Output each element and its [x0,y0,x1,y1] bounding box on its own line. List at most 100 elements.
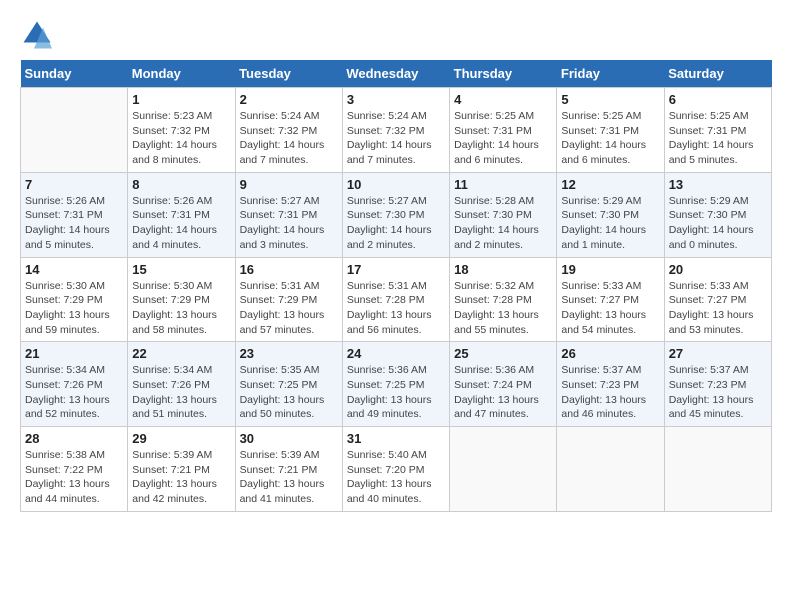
cell-info: Sunrise: 5:35 AMSunset: 7:25 PMDaylight:… [240,363,338,422]
calendar-cell: 7Sunrise: 5:26 AMSunset: 7:31 PMDaylight… [21,172,128,257]
cell-info: Sunrise: 5:25 AMSunset: 7:31 PMDaylight:… [454,109,552,168]
date-number: 8 [132,177,230,192]
calendar-cell: 13Sunrise: 5:29 AMSunset: 7:30 PMDayligh… [664,172,771,257]
week-row-1: 1 Sunrise: 5:23 AMSunset: 7:32 PMDaylight… [21,88,772,173]
calendar-cell: 8 Sunrise: 5:26 AMSunset: 7:31 PMDaylight… [128,172,235,257]
date-number: 13 [669,177,767,192]
calendar-cell: 23 Sunrise: 5:35 AMSunset: 7:25 PMDayligh… [235,342,342,427]
calendar-cell: 14 Sunrise: 5:30 AMSunset: 7:29 PMDayligh… [21,257,128,342]
header-cell-sunday: Sunday [21,60,128,88]
calendar-cell: 16 Sunrise: 5:31 AMSunset: 7:29 PMDayligh… [235,257,342,342]
date-number: 19 [561,262,659,277]
week-row-3: 14 Sunrise: 5:30 AMSunset: 7:29 PMDayligh… [21,257,772,342]
date-number: 15 [132,262,230,277]
header-cell-wednesday: Wednesday [342,60,449,88]
cell-info: Sunrise: 5:27 AMSunset: 7:31 PMDaylight:… [240,194,338,253]
date-number: 4 [454,92,552,107]
logo-icon [22,20,52,50]
cell-info: Sunrise: 5:27 AMSunset: 7:30 PMDaylight:… [347,194,445,253]
date-number: 16 [240,262,338,277]
calendar-cell: 19 Sunrise: 5:33 AMSunset: 7:27 PMDayligh… [557,257,664,342]
cell-info: Sunrise: 5:30 AMSunset: 7:29 PMDaylight:… [132,279,230,338]
calendar-cell: 24 Sunrise: 5:36 AMSunset: 7:25 PMDayligh… [342,342,449,427]
cell-info: Sunrise: 5:39 AMSunset: 7:21 PMDaylight:… [240,448,338,507]
calendar-cell [21,88,128,173]
date-number: 18 [454,262,552,277]
calendar-cell: 28Sunrise: 5:38 AMSunset: 7:22 PMDayligh… [21,427,128,512]
cell-info: Sunrise: 5:24 AMSunset: 7:32 PMDaylight:… [240,109,338,168]
cell-info: Sunrise: 5:24 AMSunset: 7:32 PMDaylight:… [347,109,445,168]
calendar-cell: 18 Sunrise: 5:32 AMSunset: 7:28 PMDayligh… [450,257,557,342]
cell-info: Sunrise: 5:32 AMSunset: 7:28 PMDaylight:… [454,279,552,338]
date-number: 30 [240,431,338,446]
cell-info: Sunrise: 5:26 AMSunset: 7:31 PMDaylight:… [132,194,230,253]
date-number: 3 [347,92,445,107]
date-number: 1 [132,92,230,107]
date-number: 5 [561,92,659,107]
header-row: SundayMondayTuesdayWednesdayThursdayFrid… [21,60,772,88]
date-number: 23 [240,346,338,361]
header-cell-tuesday: Tuesday [235,60,342,88]
cell-info: Sunrise: 5:25 AMSunset: 7:31 PMDaylight:… [561,109,659,168]
cell-info: Sunrise: 5:30 AMSunset: 7:29 PMDaylight:… [25,279,123,338]
calendar-cell: 31 Sunrise: 5:40 AMSunset: 7:20 PMDayligh… [342,427,449,512]
cell-info: Sunrise: 5:33 AMSunset: 7:27 PMDaylight:… [561,279,659,338]
date-number: 27 [669,346,767,361]
cell-info: Sunrise: 5:23 AMSunset: 7:32 PMDaylight:… [132,109,230,168]
date-number: 10 [347,177,445,192]
header-cell-friday: Friday [557,60,664,88]
date-number: 12 [561,177,659,192]
date-number: 29 [132,431,230,446]
cell-info: Sunrise: 5:34 AMSunset: 7:26 PMDaylight:… [132,363,230,422]
date-number: 14 [25,262,123,277]
header-cell-saturday: Saturday [664,60,771,88]
calendar-cell: 3 Sunrise: 5:24 AMSunset: 7:32 PMDaylight… [342,88,449,173]
calendar-cell [664,427,771,512]
date-number: 24 [347,346,445,361]
date-number: 2 [240,92,338,107]
cell-info: Sunrise: 5:25 AMSunset: 7:31 PMDaylight:… [669,109,767,168]
calendar-cell: 12 Sunrise: 5:29 AMSunset: 7:30 PMDayligh… [557,172,664,257]
cell-info: Sunrise: 5:36 AMSunset: 7:24 PMDaylight:… [454,363,552,422]
cell-info: Sunrise: 5:31 AMSunset: 7:29 PMDaylight:… [240,279,338,338]
calendar-cell: 30 Sunrise: 5:39 AMSunset: 7:21 PMDayligh… [235,427,342,512]
header-cell-thursday: Thursday [450,60,557,88]
date-number: 26 [561,346,659,361]
logo [20,20,52,50]
cell-info: Sunrise: 5:29 AMSunset: 7:30 PMDaylight:… [561,194,659,253]
cell-info: Sunrise: 5:33 AMSunset: 7:27 PMDaylight:… [669,279,767,338]
cell-info: Sunrise: 5:37 AMSunset: 7:23 PMDaylight:… [561,363,659,422]
cell-info: Sunrise: 5:40 AMSunset: 7:20 PMDaylight:… [347,448,445,507]
date-number: 21 [25,346,123,361]
calendar-cell: 5 Sunrise: 5:25 AMSunset: 7:31 PMDaylight… [557,88,664,173]
calendar-cell: 22Sunrise: 5:34 AMSunset: 7:26 PMDayligh… [128,342,235,427]
calendar-cell: 2 Sunrise: 5:24 AMSunset: 7:32 PMDaylight… [235,88,342,173]
cell-info: Sunrise: 5:39 AMSunset: 7:21 PMDaylight:… [132,448,230,507]
date-number: 11 [454,177,552,192]
date-number: 6 [669,92,767,107]
page-header [20,20,772,50]
week-row-5: 28Sunrise: 5:38 AMSunset: 7:22 PMDayligh… [21,427,772,512]
date-number: 25 [454,346,552,361]
calendar-cell: 17Sunrise: 5:31 AMSunset: 7:28 PMDayligh… [342,257,449,342]
date-number: 17 [347,262,445,277]
calendar-cell: 6 Sunrise: 5:25 AMSunset: 7:31 PMDaylight… [664,88,771,173]
week-row-4: 21 Sunrise: 5:34 AMSunset: 7:26 PMDayligh… [21,342,772,427]
cell-info: Sunrise: 5:28 AMSunset: 7:30 PMDaylight:… [454,194,552,253]
calendar-cell: 15 Sunrise: 5:30 AMSunset: 7:29 PMDayligh… [128,257,235,342]
calendar-cell: 1 Sunrise: 5:23 AMSunset: 7:32 PMDaylight… [128,88,235,173]
cell-info: Sunrise: 5:37 AMSunset: 7:23 PMDaylight:… [669,363,767,422]
calendar-cell: 27 Sunrise: 5:37 AMSunset: 7:23 PMDayligh… [664,342,771,427]
date-number: 7 [25,177,123,192]
calendar-cell: 11 Sunrise: 5:28 AMSunset: 7:30 PMDayligh… [450,172,557,257]
calendar-cell [450,427,557,512]
calendar-cell: 9 Sunrise: 5:27 AMSunset: 7:31 PMDaylight… [235,172,342,257]
calendar-cell: 25 Sunrise: 5:36 AMSunset: 7:24 PMDayligh… [450,342,557,427]
calendar-cell: 21 Sunrise: 5:34 AMSunset: 7:26 PMDayligh… [21,342,128,427]
cell-info: Sunrise: 5:38 AMSunset: 7:22 PMDaylight:… [25,448,123,507]
cell-info: Sunrise: 5:36 AMSunset: 7:25 PMDaylight:… [347,363,445,422]
date-number: 9 [240,177,338,192]
cell-info: Sunrise: 5:34 AMSunset: 7:26 PMDaylight:… [25,363,123,422]
date-number: 31 [347,431,445,446]
calendar-cell: 10 Sunrise: 5:27 AMSunset: 7:30 PMDayligh… [342,172,449,257]
